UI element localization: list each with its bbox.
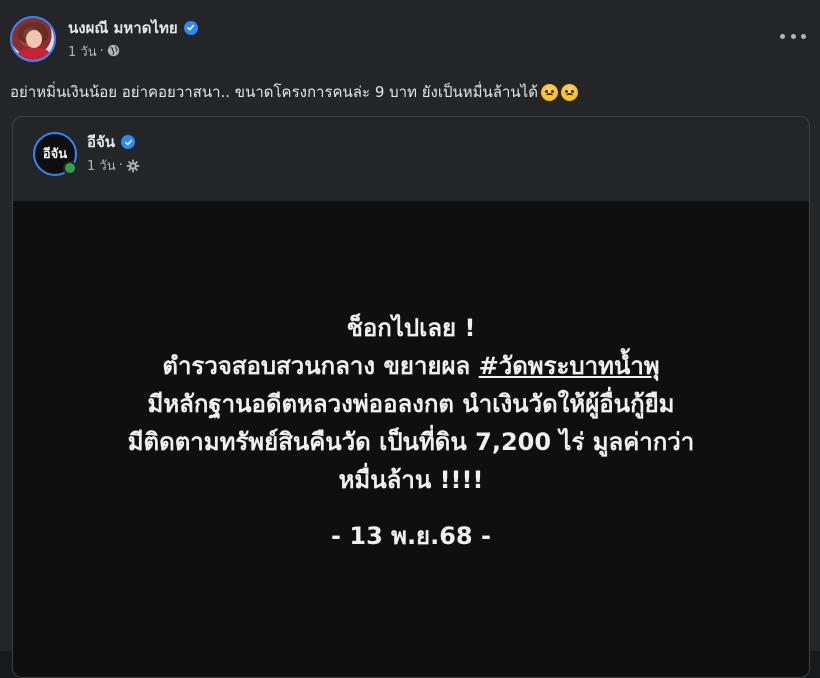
shared-avatar-logo-text: อีจัน bbox=[42, 147, 68, 162]
worried-face-emoji-icon bbox=[560, 83, 578, 101]
more-dot-icon bbox=[780, 33, 785, 39]
post-image[interactable]: ช็อกไปเลย ! ตำรวจสอบสวนกลาง ขยายผล #วัดพ… bbox=[13, 201, 809, 677]
image-line-3: มีหลักฐานอดีตหลวงพ่ออลงกต นำเงินวัดให้ผู… bbox=[147, 390, 675, 418]
post-time[interactable]: 1 วัน bbox=[68, 41, 97, 62]
shared-author-name[interactable]: อีจัน bbox=[87, 130, 115, 154]
image-line-5: หมื่นล้าน !!!! bbox=[338, 466, 484, 494]
image-line-1: ช็อกไปเลย ! bbox=[346, 314, 476, 342]
shared-post-header: อีจัน อีจัน 1 วัน · bbox=[33, 131, 140, 176]
shared-post-time[interactable]: 1 วัน bbox=[87, 155, 116, 176]
image-line-2-text: ตำรวจสอบสวนกลาง ขยายผล bbox=[162, 352, 479, 380]
image-date: - 13 พ.ย.68 - bbox=[331, 522, 491, 550]
shared-author-avatar[interactable]: อีจัน bbox=[33, 131, 77, 176]
post-caption: อย่าหมิ่นเงินน้อย อย่าคอยวาสนา.. ขนาดโคร… bbox=[10, 80, 578, 104]
online-status-dot bbox=[63, 160, 77, 175]
image-line-4: มีติดตามทรัพย์สินคืนวัด เป็นที่ดิน 7,200… bbox=[127, 428, 695, 456]
shared-post-meta: 1 วัน · bbox=[87, 155, 140, 176]
shared-post-card[interactable]: อีจัน อีจัน 1 วัน · ช็อกไปเลย ! ตำรวจสอบ… bbox=[12, 116, 810, 678]
verified-badge-icon bbox=[121, 135, 136, 149]
gear-icon[interactable] bbox=[126, 159, 140, 173]
globe-icon[interactable] bbox=[107, 44, 121, 58]
author-row: นงผณี มหาดไทย bbox=[68, 17, 198, 39]
more-dot-icon bbox=[790, 33, 796, 39]
author-name[interactable]: นงผณี มหาดไทย bbox=[68, 16, 178, 40]
sad-face-emoji-icon bbox=[540, 83, 558, 101]
caption-text: อย่าหมิ่นเงินน้อย อย่าคอยวาสนา.. ขนาดโคร… bbox=[10, 83, 538, 101]
shared-author-row: อีจัน bbox=[87, 131, 140, 153]
shared-header-text: อีจัน 1 วัน · bbox=[87, 131, 140, 176]
meta-separator: · bbox=[99, 43, 104, 59]
post-header: นงผณี มหาดไทย 1 วัน · bbox=[10, 16, 198, 62]
post-header-text: นงผณี มหาดไทย 1 วัน · bbox=[68, 17, 198, 62]
more-options-button[interactable] bbox=[780, 26, 806, 46]
verified-badge-icon bbox=[183, 20, 198, 35]
author-avatar[interactable] bbox=[10, 16, 56, 62]
hashtag-link[interactable]: #วัดพระบาทน้ำพุ bbox=[479, 352, 660, 380]
post-meta: 1 วัน · bbox=[68, 41, 198, 62]
image-line-2: ตำรวจสอบสวนกลาง ขยายผล #วัดพระบาทน้ำพุ bbox=[13, 347, 809, 385]
meta-separator: · bbox=[118, 158, 123, 173]
more-dot-icon bbox=[801, 33, 806, 39]
image-headline: ช็อกไปเลย ! ตำรวจสอบสวนกลาง ขยายผล #วัดพ… bbox=[13, 309, 809, 555]
facebook-post: นงผณี มหาดไทย 1 วัน · อย่าหมิ่นเงินน้อย … bbox=[0, 0, 820, 678]
